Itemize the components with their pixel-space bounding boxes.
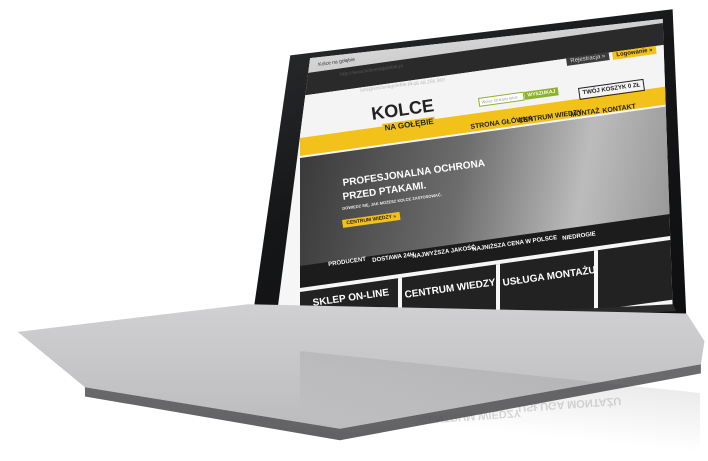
laptop-scene: Kolce na gołębie http://www.kolcenagoleb…	[0, 0, 708, 461]
tile-divider	[594, 250, 598, 311]
